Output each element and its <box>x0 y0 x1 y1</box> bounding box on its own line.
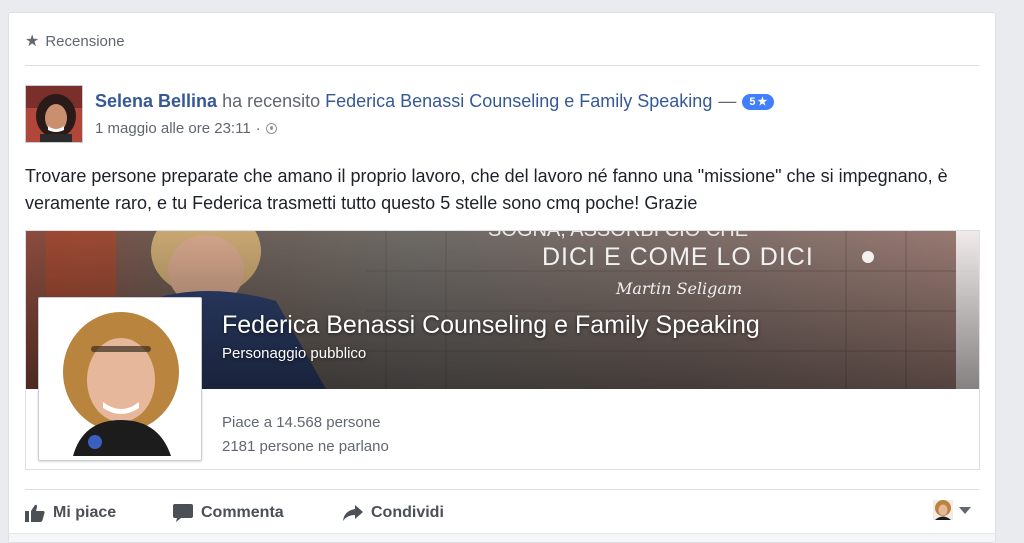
author-avatar[interactable] <box>25 85 83 143</box>
post-actions-bar: Mi piace Commenta Condividi <box>25 489 979 538</box>
cover-quote: DICI E COME LO DICI <box>542 243 814 271</box>
reviewed-page-link[interactable]: Federica Benassi Counseling e Family Spe… <box>325 91 712 112</box>
cover-quote-top: SOGNA, ASSORBI CIÒ CHE <box>488 231 748 242</box>
user-avatar-icon <box>933 500 953 520</box>
meta-separator: · <box>255 120 261 137</box>
rating-badge: 5 ★ <box>742 93 775 110</box>
chevron-down-icon <box>959 506 971 514</box>
post-as-selector[interactable] <box>933 500 971 520</box>
header-divider <box>25 65 979 66</box>
attached-page-name[interactable]: Federica Benassi Counseling e Family Spe… <box>222 311 760 340</box>
share-button[interactable]: Condividi <box>343 504 444 522</box>
star-icon: ★ <box>25 33 40 50</box>
cover-signature: Martin Seligam <box>616 279 743 298</box>
public-globe-icon[interactable] <box>265 123 277 134</box>
author-name-link[interactable]: Selena Bellina <box>95 91 217 112</box>
share-arrow-icon <box>343 505 363 521</box>
page-talking-count: 2181 persone ne parlano <box>222 438 389 455</box>
card-footer-strip <box>9 533 995 542</box>
page-likes-count: Piace a 14.568 persone <box>222 414 381 431</box>
comment-icon <box>173 504 193 522</box>
post-text: Trovare persone preparate che amano il p… <box>25 166 948 213</box>
author-verb: ha recensito <box>222 91 321 111</box>
share-label: Condividi <box>371 504 444 521</box>
dash-separator: — <box>718 91 737 111</box>
rating-star-icon: ★ <box>757 96 768 108</box>
page-attachment[interactable]: SOGNA, ASSORBI CIÒ CHE DICI E COME LO DI… <box>25 230 980 470</box>
post-meta: 1 maggio alle ore 23:11 · <box>95 120 277 137</box>
page-stats: Piace a 14.568 persone 2181 persone ne p… <box>222 411 389 459</box>
attached-page-profile-picture[interactable] <box>38 297 202 461</box>
like-label: Mi piace <box>53 504 117 521</box>
rating-value: 5 <box>749 95 756 108</box>
comment-button[interactable]: Commenta <box>173 504 284 522</box>
thumbs-up-icon <box>25 504 45 522</box>
review-header: ★ Recensione <box>25 31 125 51</box>
attached-page-category: Personaggio pubblico <box>222 345 367 362</box>
review-post-card: ★ Recensione Selena Bellina ha recensito… <box>8 12 996 543</box>
like-button[interactable]: Mi piace <box>25 504 116 522</box>
review-header-label: Recensione <box>45 32 125 50</box>
comment-label: Commenta <box>201 504 284 521</box>
post-author-line: Selena Bellina ha recensito Federica Ben… <box>95 91 775 112</box>
post-timestamp-link[interactable]: 1 maggio alle ore 23:11 <box>95 120 251 137</box>
